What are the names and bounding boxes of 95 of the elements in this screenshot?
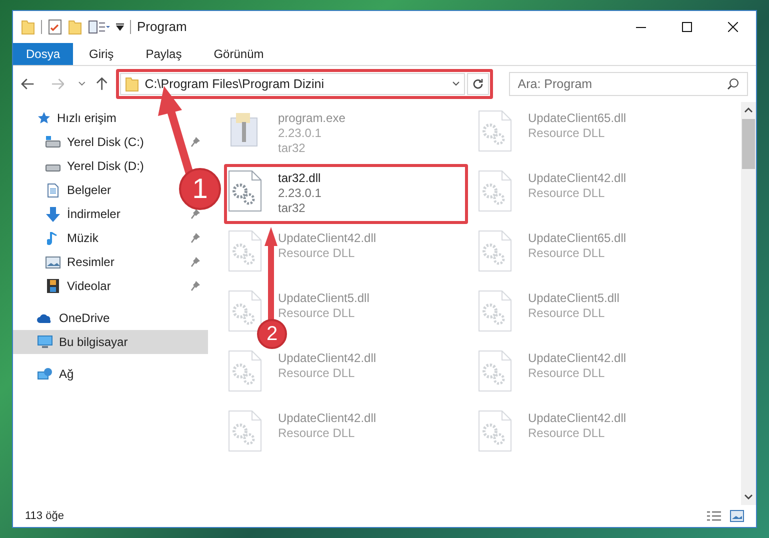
- file-tile[interactable]: tar32.dll 2.23.0.1 tar32: [224, 164, 468, 224]
- file-detail: tar32: [278, 201, 306, 216]
- nav-item[interactable]: Hızlı erişim: [13, 106, 208, 130]
- gear-file-icon: [478, 230, 512, 272]
- file-name: UpdateClient42.dll: [528, 171, 626, 186]
- address-path: C:\Program Files\Program Dizini: [144, 76, 324, 93]
- picture-icon: [45, 256, 61, 268]
- pin-icon[interactable]: [190, 281, 200, 291]
- refresh-icon: [472, 78, 484, 90]
- file-detail: tar32: [278, 141, 306, 156]
- properties-icon[interactable]: [88, 20, 110, 34]
- file-detail: Resource DLL: [528, 186, 606, 201]
- monitor-icon: [37, 335, 53, 349]
- gear-file-icon: [228, 350, 262, 392]
- file-detail: Resource DLL: [278, 306, 356, 321]
- chevron-up-icon[interactable]: [744, 107, 753, 113]
- gear-file-icon: [478, 110, 512, 152]
- pin-icon[interactable]: [190, 257, 200, 267]
- nav-item[interactable]: Yerel Disk (C:): [13, 130, 208, 154]
- search-icon[interactable]: [726, 78, 739, 90]
- file-name: UpdateClient42.dll: [278, 231, 376, 246]
- up-arrow-icon[interactable]: [96, 77, 108, 91]
- gear-file-icon: [478, 170, 512, 212]
- file-name: UpdateClient65.dll: [528, 231, 626, 246]
- network-icon: [37, 367, 53, 381]
- gear-file-icon: [228, 170, 262, 212]
- folder-icon: [21, 19, 35, 35]
- file-name: UpdateClient42.dll: [528, 411, 626, 426]
- large-icons-view-icon[interactable]: [730, 510, 744, 522]
- file-detail: Resource DLL: [528, 306, 606, 321]
- document-icon: [47, 182, 59, 198]
- file-name: UpdateClient65.dll: [528, 111, 626, 126]
- gear-file-icon: [478, 290, 512, 332]
- nav-item[interactable]: Resimler: [13, 250, 208, 274]
- nav-item[interactable]: Bu bilgisayar: [13, 330, 208, 354]
- pin-icon[interactable]: [190, 137, 200, 147]
- file-name: UpdateClient42.dll: [528, 351, 626, 366]
- minimize-icon: [636, 26, 646, 28]
- file-detail: Resource DLL: [528, 126, 606, 141]
- folder-icon: [124, 76, 139, 92]
- gear-file-icon: [478, 410, 512, 452]
- nav-item[interactable]: Müzik: [13, 226, 208, 250]
- gear-file-icon: [228, 230, 262, 272]
- file-detail: Resource DLL: [278, 426, 356, 441]
- film-icon: [46, 278, 60, 294]
- nav-item[interactable]: Ağ: [13, 362, 208, 386]
- gear-file-icon: [228, 290, 262, 332]
- star-icon: [37, 111, 51, 125]
- gear-file-icon: [228, 410, 262, 452]
- nav-item[interactable]: Belgeler: [13, 178, 126, 202]
- scrollbar[interactable]: [741, 102, 756, 505]
- drive-icon: [45, 136, 61, 148]
- caret-icon[interactable]: [116, 23, 124, 31]
- file-detail: Resource DLL: [528, 366, 606, 381]
- close-icon: [728, 22, 738, 32]
- ribbon-tab[interactable]: Dosya: [13, 43, 74, 65]
- file-name: UpdateClient5.dll: [278, 291, 370, 306]
- gear-file-icon: [478, 350, 512, 392]
- chevron-down-icon[interactable]: [744, 494, 753, 500]
- checklist-icon[interactable]: [48, 19, 62, 35]
- ribbon-tab[interactable]: Paylaş: [130, 43, 198, 65]
- file-detail: Resource DLL: [278, 246, 356, 261]
- music-note-icon: [47, 230, 59, 246]
- chevron-down-icon[interactable]: [78, 81, 86, 87]
- download-icon: [46, 206, 60, 222]
- file-name: UpdateClient42.dll: [278, 351, 376, 366]
- window-title: Program: [137, 18, 187, 36]
- ribbon-tab[interactable]: Giriş: [73, 43, 130, 65]
- file-detail: Resource DLL: [528, 426, 606, 441]
- file-detail: Resource DLL: [528, 246, 606, 261]
- details-view-icon[interactable]: [706, 510, 722, 522]
- file-detail: 2.23.0.1: [278, 186, 322, 201]
- file-name: tar32.dll: [278, 171, 322, 186]
- chevron-down-icon[interactable]: [452, 81, 460, 87]
- file-name: UpdateClient5.dll: [528, 291, 620, 306]
- pin-icon[interactable]: [190, 233, 200, 243]
- cloud-icon: [37, 312, 53, 324]
- back-arrow-icon[interactable]: [21, 78, 35, 90]
- refresh-button[interactable]: [466, 73, 489, 95]
- nav-item[interactable]: Yerel Disk (D:): [13, 154, 158, 178]
- file-detail: Resource DLL: [278, 366, 356, 381]
- new-folder-icon: [68, 19, 82, 35]
- item-count: 113 öğe: [25, 508, 64, 524]
- maximize-icon: [682, 22, 692, 32]
- file-name: program.exe: [278, 111, 346, 126]
- address-field[interactable]: C:\Program Files\Program Dizini: [120, 73, 465, 95]
- nav-item[interactable]: Videolar: [13, 274, 208, 298]
- ribbon-tab[interactable]: Görünüm: [198, 43, 280, 65]
- search-field[interactable]: Ara: Program: [508, 72, 748, 96]
- scrollbar-thumb[interactable]: [742, 119, 755, 169]
- pin-icon[interactable]: [190, 209, 200, 219]
- search-input[interactable]: Ara: Program: [518, 74, 727, 94]
- file-detail: 2.23.0.1: [278, 126, 322, 141]
- nav-item[interactable]: OneDrive: [13, 306, 208, 330]
- file-name: UpdateClient42.dll: [278, 411, 376, 426]
